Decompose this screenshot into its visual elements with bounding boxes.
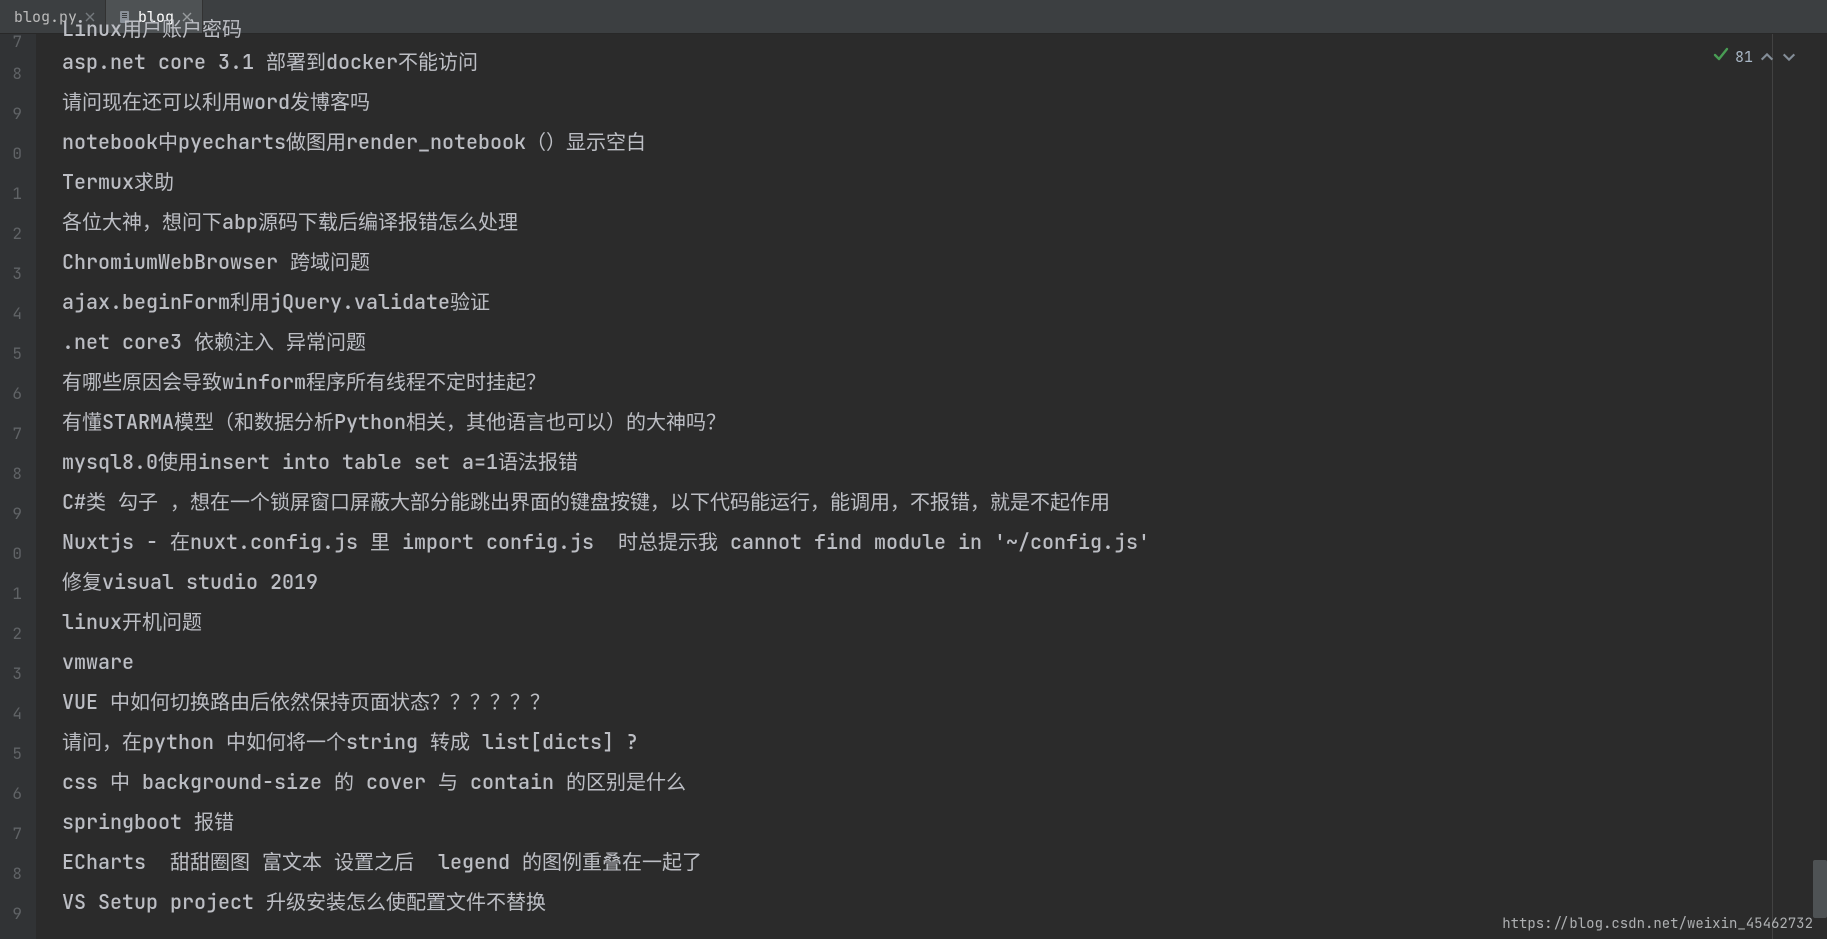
status-url: https://blog.csdn.net/weixin_45462732 — [1502, 915, 1813, 933]
text-line: ChromiumWebBrowser 跨域问题 — [62, 242, 1827, 282]
chevron-down-icon[interactable] — [1781, 49, 1797, 65]
scrollbar-thumb[interactable] — [1813, 860, 1827, 918]
text-line: Termux求助 — [62, 162, 1827, 202]
text-line: VUE 中如何切换路由后依然保持页面状态？？？？？？ — [62, 682, 1827, 722]
text-line: 各位大神，想问下abp源码下载后编译报错怎么处理 — [62, 202, 1827, 242]
line-number: 6 — [0, 374, 36, 414]
right-margin-line — [1772, 34, 1773, 939]
line-number: 1 — [0, 174, 36, 214]
line-number: 1 — [0, 574, 36, 614]
text-line: springboot 报错 — [62, 802, 1827, 842]
line-number: 4 — [0, 694, 36, 734]
line-number: 6 — [0, 774, 36, 814]
text-line: notebook中pyecharts做图用render_notebook（）显示… — [62, 122, 1827, 162]
text-line: Nuxtjs - 在nuxt.config.js 里 import config… — [62, 522, 1827, 562]
text-line: 修复visual studio 2019 — [62, 562, 1827, 602]
text-line: 有哪些原因会导致winform程序所有线程不定时挂起？ — [62, 362, 1827, 402]
line-number: 3 — [0, 254, 36, 294]
check-icon — [1713, 46, 1729, 67]
problems-indicator[interactable]: 81 — [1713, 46, 1797, 67]
line-number-gutter: 7 8 9 0 1 2 3 4 5 6 7 8 9 0 1 2 3 4 5 6 … — [0, 34, 36, 939]
line-number: 8 — [0, 54, 36, 94]
line-number: 5 — [0, 334, 36, 374]
line-number: 4 — [0, 294, 36, 334]
text-line: asp.net core 3.1 部署到docker不能访问 — [62, 42, 1827, 82]
line-number: 5 — [0, 734, 36, 774]
editor-area[interactable]: 7 8 9 0 1 2 3 4 5 6 7 8 9 0 1 2 3 4 5 6 … — [0, 34, 1827, 939]
chevron-up-icon[interactable] — [1759, 49, 1775, 65]
text-line: linux开机问题 — [62, 602, 1827, 642]
line-number: 9 — [0, 494, 36, 534]
text-line: css 中 background-size 的 cover 与 contain … — [62, 762, 1827, 802]
text-line: ajax.beginForm利用jQuery.validate验证 — [62, 282, 1827, 322]
line-number: 7 — [0, 36, 36, 54]
line-number: 8 — [0, 454, 36, 494]
line-number: 2 — [0, 614, 36, 654]
line-number: 0 — [0, 534, 36, 574]
text-line: 有懂STARMA模型（和数据分析Python相关，其他语言也可以）的大神吗？ — [62, 402, 1827, 442]
text-line: Linux用户账户密码 — [62, 16, 1827, 42]
text-line: mysql8.0使用insert into table set a=1语法报错 — [62, 442, 1827, 482]
text-line: .net core3 依赖注入 异常问题 — [62, 322, 1827, 362]
line-number: 9 — [0, 894, 36, 934]
line-number: 0 — [0, 134, 36, 174]
line-number: 8 — [0, 854, 36, 894]
problems-count: 81 — [1735, 47, 1753, 67]
text-line: 请问，在python 中如何将一个string 转成 list[dicts] ? — [62, 722, 1827, 762]
text-line: ECharts 甜甜圈图 富文本 设置之后 legend 的图例重叠在一起了 — [62, 842, 1827, 882]
text-line: C#类 勾子 ，想在一个锁屏窗口屏蔽大部分能跳出界面的键盘按键，以下代码能运行，… — [62, 482, 1827, 522]
line-number: 3 — [0, 654, 36, 694]
editor-content[interactable]: Linux用户账户密码 asp.net core 3.1 部署到docker不能… — [36, 34, 1827, 939]
text-line: vmware — [62, 642, 1827, 682]
text-line: 请问现在还可以利用word发博客吗 — [62, 82, 1827, 122]
line-number: 7 — [0, 414, 36, 454]
line-number: 2 — [0, 214, 36, 254]
line-number: 7 — [0, 814, 36, 854]
line-number: 9 — [0, 94, 36, 134]
